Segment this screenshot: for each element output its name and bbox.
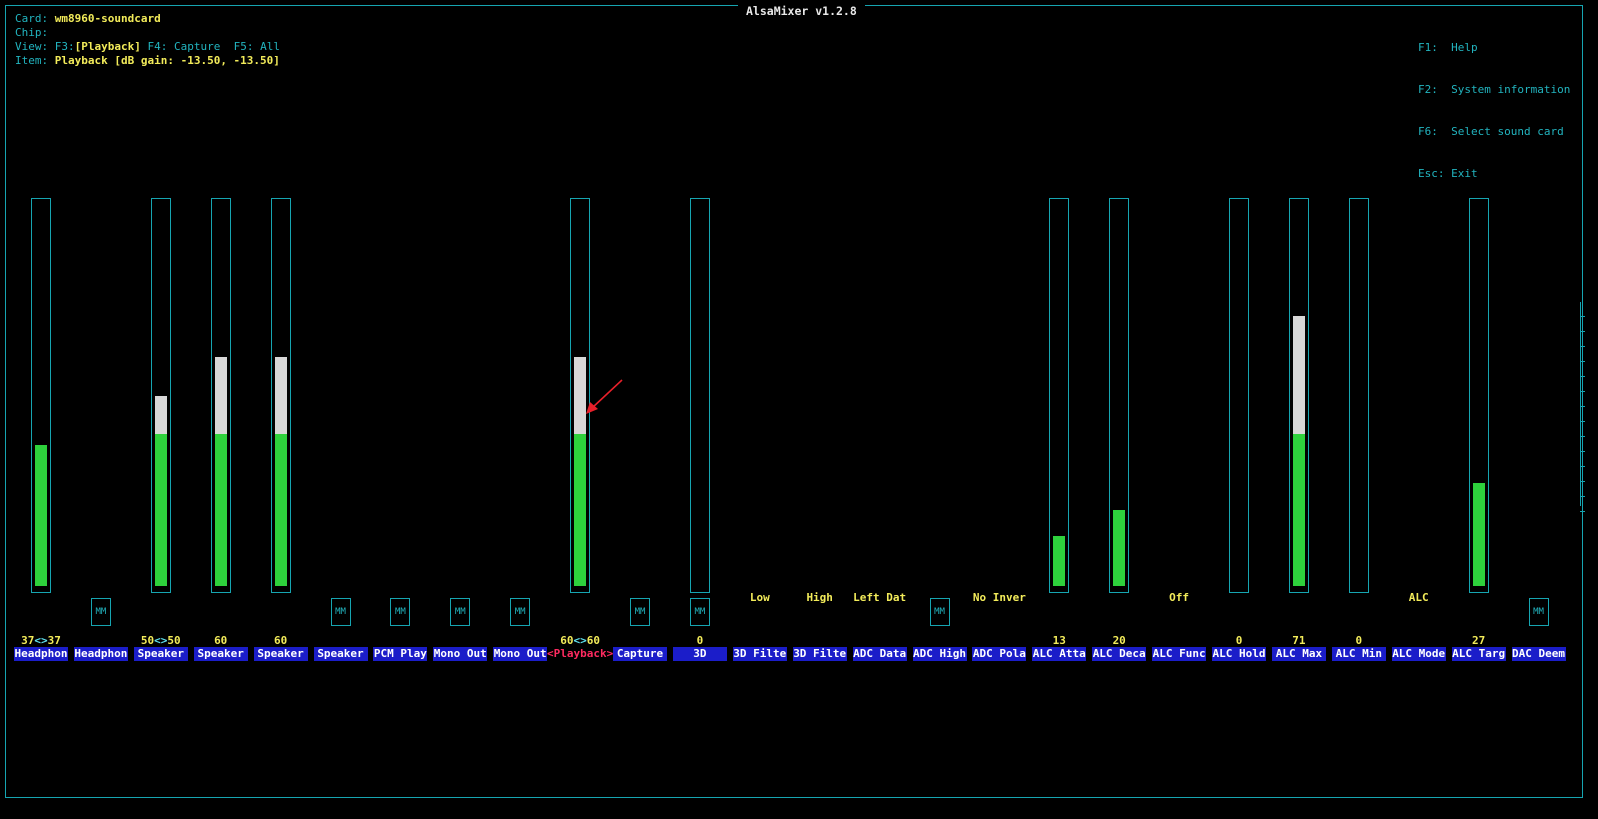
- volume-slider[interactable]: [150, 198, 171, 593]
- control-label[interactable]: 3D: [672, 647, 727, 661]
- volume-slider[interactable]: [210, 198, 231, 593]
- volume-value: 20: [1112, 634, 1126, 647]
- volume-level-bar: [154, 434, 167, 586]
- volume-slider[interactable]: [1288, 198, 1309, 593]
- control-label[interactable]: <Playback>: [546, 647, 614, 661]
- mute-toggle[interactable]: MM: [510, 598, 531, 626]
- control-label[interactable]: ALC Min: [1331, 647, 1386, 661]
- volume-high-bar: [214, 357, 227, 434]
- volume-slider[interactable]: [689, 198, 710, 593]
- control-label[interactable]: 3D Filte: [792, 647, 847, 661]
- control-label[interactable]: ALC Deca: [1092, 647, 1147, 661]
- volume-slider[interactable]: [1468, 198, 1489, 593]
- mute-toggle[interactable]: MM: [929, 598, 950, 626]
- mixer-frame: AlsaMixer v1.2.8: [5, 5, 1583, 798]
- control-label[interactable]: ADC Data: [852, 647, 907, 661]
- volume-slider[interactable]: [1348, 198, 1369, 593]
- control-label[interactable]: PCM Play: [373, 647, 428, 661]
- volume-value: 60<>60: [560, 634, 600, 647]
- control-label[interactable]: ALC Targ: [1451, 647, 1506, 661]
- view-playback-tab[interactable]: [Playback]: [75, 40, 141, 53]
- volume-level-bar: [1053, 536, 1066, 586]
- volume-value: 0: [1355, 634, 1363, 647]
- scrollbar-ticks: [1580, 302, 1587, 512]
- volume-high-bar: [154, 395, 167, 434]
- control-label[interactable]: DAC Deem: [1511, 647, 1566, 661]
- volume-value: 0: [696, 634, 704, 647]
- view-line: View: F3:[Playback] F4: Capture F5: All: [15, 40, 280, 53]
- volume-level-bar: [214, 434, 227, 586]
- volume-level-bar: [35, 445, 47, 586]
- volume-high-bar: [1292, 315, 1305, 434]
- volume-level-bar: [274, 434, 287, 586]
- mute-toggle[interactable]: MM: [630, 598, 650, 626]
- help-f1: F1: Help: [1418, 41, 1478, 54]
- volume-level-bar: [1472, 483, 1485, 586]
- control-label[interactable]: Speaker: [133, 647, 188, 661]
- control-label[interactable]: ADC Pola: [972, 647, 1027, 661]
- control-label[interactable]: Capture: [613, 647, 667, 661]
- volume-slider[interactable]: [1109, 198, 1130, 593]
- volume-value: 27: [1471, 634, 1486, 647]
- control-label[interactable]: Speaker: [313, 647, 368, 661]
- control-label[interactable]: Mono Out: [433, 647, 488, 661]
- volume-level-bar: [1292, 434, 1305, 586]
- help-esc: Esc: Exit: [1418, 167, 1478, 180]
- mute-toggle[interactable]: MM: [689, 598, 710, 626]
- control-label[interactable]: Speaker: [253, 647, 308, 661]
- control-label[interactable]: ALC Hold: [1212, 647, 1266, 661]
- view-capture-tab[interactable]: F4: Capture: [147, 40, 220, 53]
- app-title: AlsaMixer v1.2.8: [738, 5, 865, 17]
- volume-value: 60: [273, 634, 288, 647]
- enum-value: No Inver: [972, 591, 1026, 604]
- enum-value: Off: [1169, 591, 1190, 604]
- control-label[interactable]: ALC Mode: [1391, 647, 1446, 661]
- card-name: wm8960-soundcard: [54, 12, 161, 25]
- volume-high-bar: [274, 357, 287, 434]
- help-f2: F2: System information: [1418, 83, 1571, 96]
- item-value: Playback [dB gain: -13.50, -13.50]: [54, 54, 280, 67]
- mute-toggle[interactable]: MM: [1528, 598, 1549, 626]
- item-line: Item: Playback [dB gain: -13.50, -13.50]: [15, 54, 280, 67]
- enum-value: ALC: [1408, 591, 1429, 604]
- chip-line: Chip:: [15, 26, 49, 39]
- volume-slider[interactable]: [1049, 198, 1070, 593]
- red-arrow-annotation: [586, 379, 623, 414]
- volume-slider[interactable]: [270, 198, 291, 593]
- help-f6: F6: Select sound card: [1418, 125, 1564, 138]
- mute-toggle[interactable]: MM: [90, 598, 111, 626]
- control-label[interactable]: 3D Filte: [732, 647, 787, 661]
- control-label[interactable]: ADC High: [912, 647, 967, 661]
- control-label[interactable]: ALC Max: [1271, 647, 1326, 661]
- mute-toggle[interactable]: MM: [450, 598, 471, 626]
- mute-toggle[interactable]: MM: [390, 598, 411, 626]
- enum-value: Left Dat: [853, 591, 907, 604]
- help-panel: F1: Help F2: System information F6: Sele…: [1418, 13, 1570, 195]
- alsamixer-terminal: { "app_title": "AlsaMixer v1.2.8", "head…: [0, 0, 1598, 819]
- view-all-tab[interactable]: F5: All: [234, 40, 280, 53]
- volume-level-bar: [1113, 509, 1126, 586]
- control-label[interactable]: Headphon: [14, 647, 68, 661]
- volume-slider[interactable]: [1229, 198, 1249, 593]
- control-label[interactable]: ALC Func: [1152, 647, 1207, 661]
- volume-level-bar: [574, 434, 587, 586]
- volume-slider[interactable]: [31, 198, 51, 593]
- control-label[interactable]: Headphon: [73, 647, 128, 661]
- volume-value: 37<>37: [21, 634, 61, 647]
- card-line: Card: wm8960-soundcard: [15, 12, 161, 25]
- control-label[interactable]: Mono Out: [493, 647, 548, 661]
- control-label[interactable]: Speaker: [193, 647, 248, 661]
- control-label[interactable]: ALC Atta: [1032, 647, 1087, 661]
- mute-toggle[interactable]: MM: [330, 598, 351, 626]
